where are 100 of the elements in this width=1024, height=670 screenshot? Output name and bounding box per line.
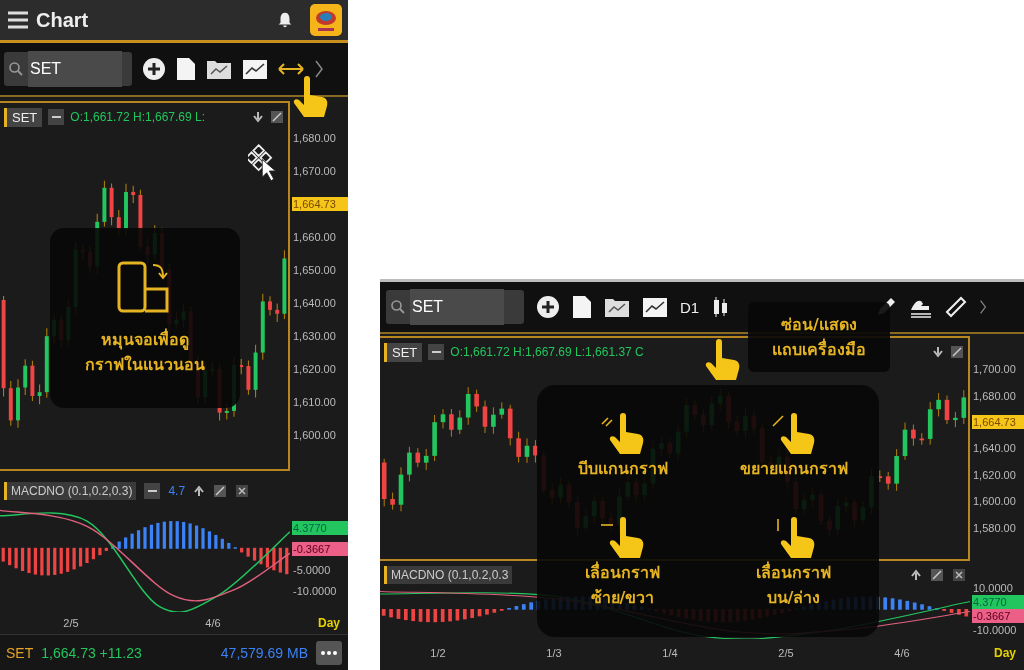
tooltip-text: ซ่อน/แสดง: [781, 314, 857, 336]
timeframe-button[interactable]: D1: [680, 298, 700, 316]
price-axis-label: 1,600.00: [972, 494, 1017, 509]
tooltip-text: แถบเครื่องมือ: [772, 337, 866, 361]
more-icon[interactable]: [316, 640, 342, 665]
candlestick: [8, 380, 13, 427]
date-axis-label: 1/4: [662, 647, 678, 659]
gesture-text: ซ้าย/ขวา: [590, 586, 655, 609]
date-axis-label: 1/2: [430, 647, 446, 659]
hint-text: หมุนจอเพื่อดู: [101, 327, 189, 352]
price-axis-label: 1,670.00: [292, 163, 337, 178]
price-axis-label: 1,700.00: [972, 362, 1017, 377]
candlestick: [109, 182, 114, 226]
symbol-tag: SET: [4, 107, 43, 127]
minimize-button[interactable]: [48, 109, 65, 125]
indicator-axis-label: -0.3667: [292, 541, 348, 556]
app-logo-icon[interactable]: [310, 4, 342, 36]
gesture-text: ขยายแกนกราฟ: [739, 458, 848, 481]
period-label: Day: [993, 646, 1017, 660]
search-field[interactable]: SET: [386, 290, 524, 324]
expand-icon[interactable]: [950, 345, 964, 359]
indicator-axis-label: -10.0000: [292, 584, 338, 599]
candlestick: [282, 249, 287, 320]
indicator-axis-label: -5.0000: [292, 563, 332, 578]
gesture-text: บีบแกนกราฟ: [577, 458, 668, 481]
date-axis-label: 4/6: [894, 647, 910, 659]
price-axis-label: 1,650.00: [292, 262, 337, 277]
double-arrow-icon[interactable]: [278, 62, 304, 76]
period-label: Day: [317, 616, 341, 630]
bell-icon[interactable]: [276, 11, 294, 29]
date-axis-label: 4/6: [205, 617, 221, 629]
price-axis-label: 1,664.73: [292, 196, 348, 211]
status-volume: 47,579.69 MB: [220, 644, 308, 661]
minimize-button[interactable]: [428, 344, 445, 360]
price-axis-label: 1,620.00: [292, 361, 337, 376]
status-symbol: SET: [6, 644, 34, 661]
candlestick: [253, 344, 258, 398]
date-axis-label: 2/5: [63, 617, 79, 629]
price-axis-label: 1,640.00: [292, 295, 337, 310]
add-icon[interactable]: [142, 57, 166, 81]
expand-icon[interactable]: [270, 110, 284, 124]
price-axis-label: 1,610.00: [292, 394, 337, 409]
menu-icon[interactable]: [6, 10, 30, 30]
price-axis-label: 1,664.73: [972, 415, 1024, 430]
download-icon[interactable]: [932, 346, 944, 358]
indicator-axis-label: -10.0000: [972, 623, 1018, 637]
screen-title: Chart: [36, 8, 89, 32]
candlestick: [131, 185, 136, 204]
date-axis-label: 2/5: [778, 647, 794, 659]
candlestick: [102, 180, 107, 227]
candlestick: [260, 293, 265, 361]
gesture-text: เลื่อนกราฟ: [585, 560, 660, 584]
add-icon[interactable]: [536, 295, 560, 319]
line-chart-icon[interactable]: [642, 295, 668, 319]
hint-text: กราฟในแนวนอน: [85, 354, 205, 376]
ohlc-readout: O:1,661.72 H:1,667.69 L:: [70, 110, 206, 124]
ruler-icon[interactable]: [945, 296, 968, 318]
indicator-tag: MACDNO (0.1,0.2,0.3): [4, 482, 137, 500]
search-field[interactable]: SET: [4, 52, 132, 86]
candlestick: [275, 303, 280, 323]
symbol-tag: SET: [384, 342, 423, 362]
close-icon[interactable]: [952, 568, 966, 582]
search-icon: [8, 61, 24, 77]
expand-icon[interactable]: [930, 568, 944, 582]
candlestick: [23, 358, 28, 396]
indicator-axis-label: 4.3770: [292, 520, 348, 535]
gesture-text: บน/ล่าง: [766, 586, 821, 609]
document-icon[interactable]: [572, 295, 592, 319]
price-axis-label: 1,580.00: [972, 520, 1017, 535]
candlestick: [44, 327, 49, 399]
expand-icon[interactable]: [213, 484, 228, 498]
candlestick: [268, 295, 272, 316]
document-icon[interactable]: [176, 57, 196, 81]
gesture-text: เลื่อนกราฟ: [756, 560, 831, 584]
move-up-icon[interactable]: [193, 485, 206, 497]
status-price: 1,664.73 +11.23: [41, 644, 142, 661]
close-icon[interactable]: [235, 484, 250, 498]
move-up-icon[interactable]: [910, 569, 922, 581]
search-icon: [390, 299, 406, 315]
date-axis-label: 1/3: [546, 647, 562, 659]
candlestick: [37, 383, 42, 405]
line-chart-icon[interactable]: [242, 57, 268, 81]
price-axis-label: 1,600.00: [292, 427, 337, 442]
indicator-axis-label: 4.3770: [972, 595, 1024, 609]
chevron-right-icon[interactable]: [314, 59, 324, 79]
minimize-button[interactable]: [144, 483, 161, 499]
price-axis-label: 1,660.00: [292, 229, 337, 244]
candlestick: [16, 378, 20, 429]
indicator-axis-label: 10.0000: [972, 581, 1014, 595]
indicator-tag: MACDNO (0.1,0.2,0.3: [384, 566, 513, 584]
price-axis-label: 1,620.00: [972, 467, 1017, 482]
price-axis-label: 1,630.00: [292, 328, 337, 343]
download-icon[interactable]: [252, 111, 264, 123]
price-axis-label: 1,680.00: [292, 130, 337, 145]
price-axis-label: 1,680.00: [972, 388, 1017, 403]
candlestick: [30, 360, 35, 402]
indicator-axis-label: -0.3667: [972, 609, 1024, 623]
price-axis-label: 1,640.00: [972, 441, 1017, 456]
indicator-value: 4.7: [168, 484, 186, 498]
ohlc-readout: O:1,661.72 H:1,667.69 L:1,661.37 C: [450, 345, 644, 359]
